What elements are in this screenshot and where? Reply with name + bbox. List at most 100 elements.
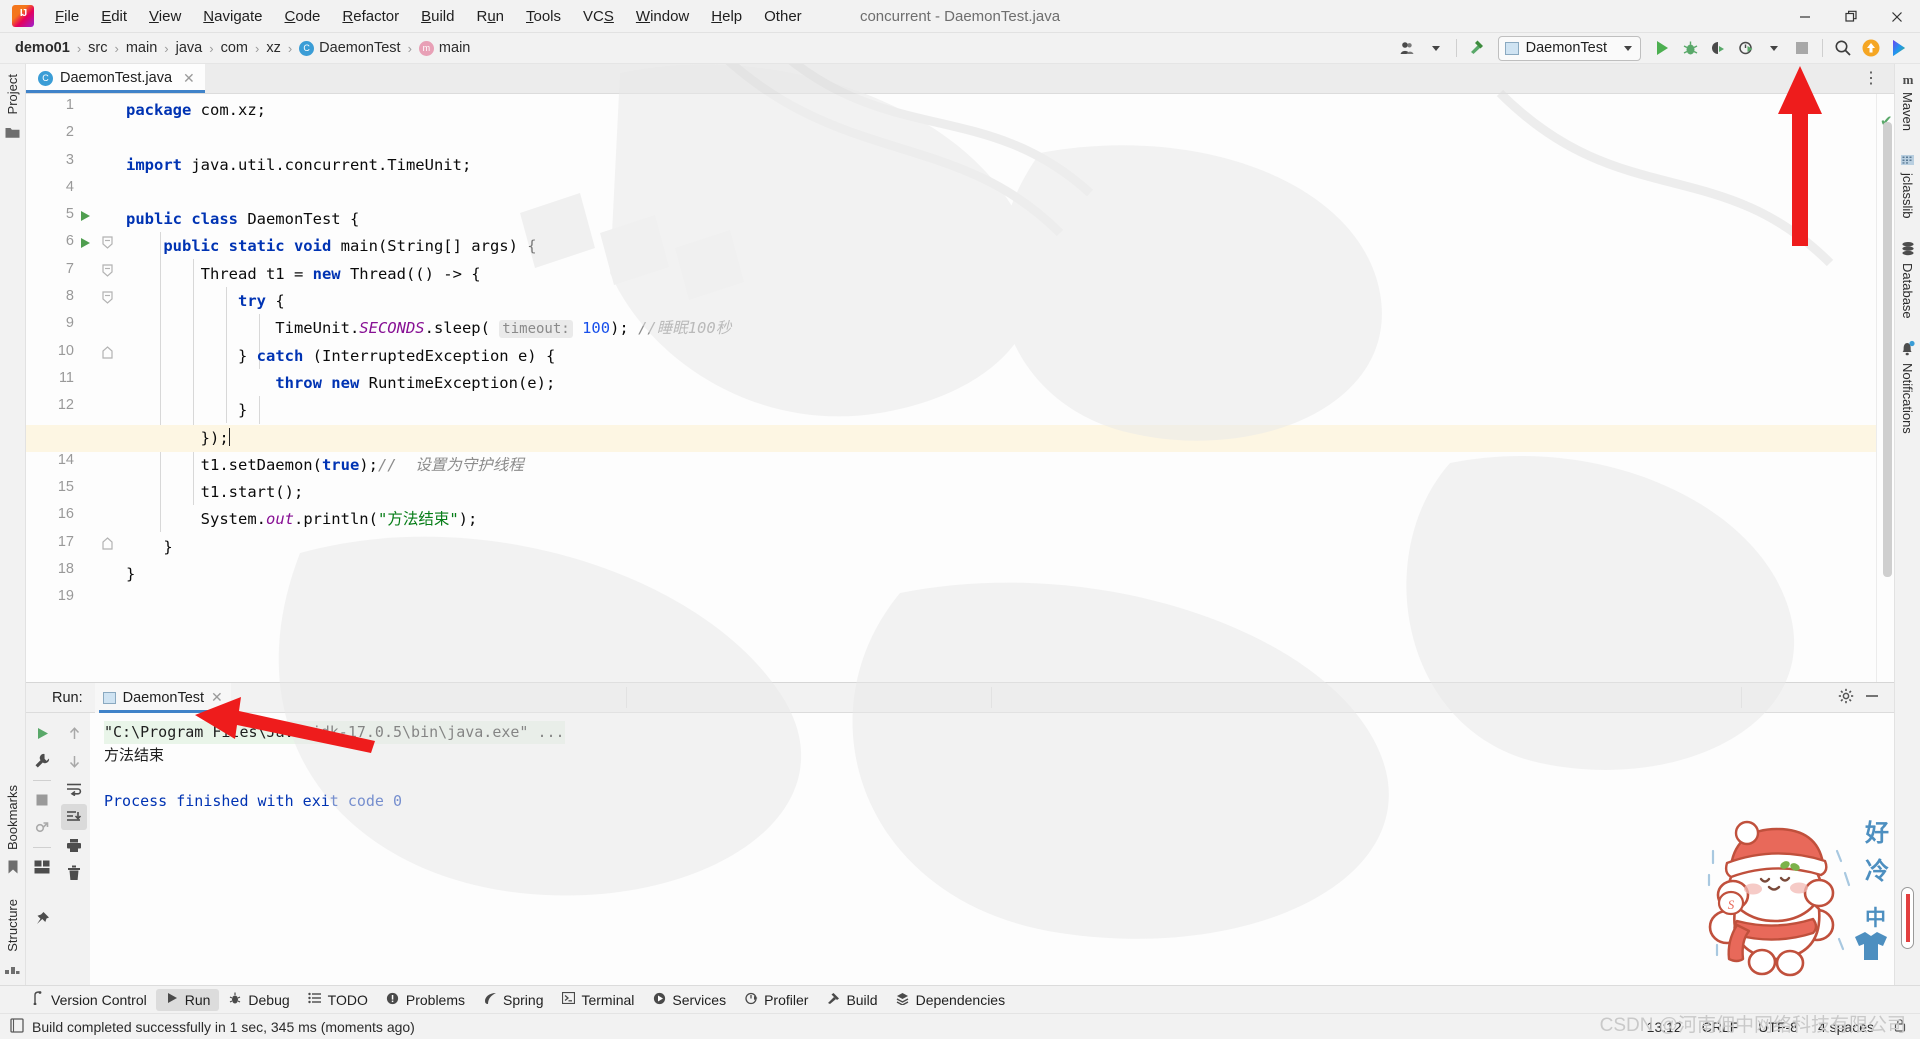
code-line[interactable]: Thread t1 = new Thread(() -> { — [126, 261, 1876, 288]
close-icon[interactable]: ✕ — [211, 689, 223, 706]
maven-m-icon[interactable]: m — [1900, 72, 1916, 86]
lock-icon[interactable] — [1894, 1018, 1906, 1035]
code-line[interactable]: } — [126, 534, 1876, 561]
editor-gutter[interactable]: 12345678910111213141516171819 — [26, 94, 126, 682]
code-line[interactable]: TimeUnit.SECONDS.sleep( timeout: 100); /… — [126, 315, 1876, 342]
run-tab-daemontest[interactable]: DaemonTest ✕ — [94, 682, 231, 713]
bottom-tab-dependencies[interactable]: Dependencies — [887, 989, 1015, 1011]
chevron-down-icon[interactable] — [1423, 36, 1449, 60]
file-encoding[interactable]: UTF-8 — [1758, 1019, 1798, 1035]
update-arrow-icon[interactable] — [1858, 36, 1884, 60]
sidebar-item-maven[interactable]: Maven — [1900, 86, 1915, 137]
bottom-tab-terminal[interactable]: Terminal — [552, 989, 643, 1011]
more-options-icon[interactable]: ⋮ — [1857, 68, 1886, 88]
gutter-row[interactable]: 10 — [26, 340, 126, 367]
bottom-tab-profiler[interactable]: Profiler — [735, 989, 817, 1011]
menu-navigate[interactable]: Navigate — [192, 4, 273, 29]
fold-end-icon[interactable] — [102, 536, 113, 550]
fold-marker-icon[interactable] — [102, 236, 113, 250]
menu-file[interactable]: File — [44, 4, 90, 29]
code-line[interactable]: t1.setDaemon(true);// 设置为守护线程 — [126, 452, 1876, 479]
breadcrumb-item-class[interactable]: C DaemonTest — [296, 39, 403, 57]
editor-marker-pane[interactable]: ✔ — [1876, 94, 1894, 682]
menu-refactor[interactable]: Refactor — [331, 4, 410, 29]
gutter-row[interactable]: 15 — [26, 476, 126, 503]
bottom-tab-todo[interactable]: TODO — [299, 989, 377, 1011]
gutter-row[interactable]: 12 — [26, 394, 126, 421]
run-with-coverage-button[interactable] — [1705, 36, 1731, 60]
gutter-row[interactable]: 7 — [26, 258, 126, 285]
sidebar-item-jclasslib[interactable]: jclasslib — [1900, 167, 1915, 225]
menu-tools[interactable]: Tools — [515, 4, 572, 29]
gutter-row[interactable]: 19 — [26, 585, 126, 612]
maximize-button[interactable] — [1828, 0, 1874, 33]
scroll-down-button[interactable] — [61, 748, 87, 774]
gutter-row[interactable]: 9 — [26, 312, 126, 339]
code-line[interactable]: public static void main(String[] args) { — [126, 233, 1876, 260]
bottom-tab-debug[interactable]: Debug — [219, 989, 298, 1011]
indent-setting[interactable]: 4 spaces — [1818, 1019, 1874, 1035]
jclasslib-icon[interactable] — [1900, 153, 1915, 167]
sidebar-item-structure[interactable]: Structure — [5, 893, 20, 958]
rerun-failed-tests-button[interactable] — [29, 815, 55, 841]
gutter-row[interactable]: 17 — [26, 531, 126, 558]
sidebar-item-bookmarks[interactable]: Bookmarks — [5, 779, 20, 856]
gutter-row[interactable]: 3 — [26, 149, 126, 176]
breadcrumb-item-com[interactable]: com — [218, 39, 251, 57]
gutter-row[interactable]: 11 — [26, 367, 126, 394]
code-line[interactable]: package com.xz; — [126, 97, 1876, 124]
run-configuration-selector[interactable]: DaemonTest — [1497, 35, 1641, 61]
bottom-tab-run[interactable]: Run — [155, 988, 220, 1011]
sidebar-item-database[interactable]: Database — [1900, 257, 1915, 325]
settings-wrench-button[interactable] — [29, 748, 55, 774]
code-line[interactable]: } catch (InterruptedException e) { — [126, 343, 1876, 370]
debug-button[interactable] — [1677, 36, 1703, 60]
menu-help[interactable]: Help — [700, 4, 753, 29]
line-separator[interactable]: CRLF — [1702, 1019, 1739, 1035]
code-line[interactable]: try { — [126, 288, 1876, 315]
bottom-tab-version-control[interactable]: Version Control — [22, 988, 156, 1011]
sidebar-item-project[interactable]: Project — [5, 68, 20, 120]
gutter-row[interactable]: 1 — [26, 94, 126, 121]
gutter-row[interactable]: 18 — [26, 558, 126, 585]
stop-button[interactable] — [1789, 36, 1815, 60]
gutter-row[interactable]: 5 — [26, 203, 126, 230]
run-gutter-icon[interactable] — [81, 211, 90, 222]
close-icon[interactable]: ✕ — [183, 70, 195, 87]
code-line[interactable] — [126, 124, 1876, 151]
code-line[interactable]: import java.util.concurrent.TimeUnit; — [126, 152, 1876, 179]
stop-button[interactable] — [29, 787, 55, 813]
menu-vcs[interactable]: VCS — [572, 4, 625, 29]
editor-tab-daemontest[interactable]: C DaemonTest.java ✕ — [26, 63, 205, 93]
breadcrumb-item-main[interactable]: main — [123, 39, 160, 57]
hammer-icon[interactable] — [1464, 36, 1490, 60]
run-button[interactable] — [1649, 36, 1675, 60]
fold-end-icon[interactable] — [102, 345, 113, 359]
pin-tab-button[interactable] — [29, 906, 55, 932]
bottom-tab-problems[interactable]: Problems — [377, 989, 474, 1011]
profiler-button[interactable] — [1733, 36, 1759, 60]
code-line[interactable] — [126, 179, 1876, 206]
gutter-row[interactable]: 14 — [26, 449, 126, 476]
breadcrumb-item-src[interactable]: src — [85, 39, 110, 57]
sidebar-item-notifications[interactable]: Notifications — [1900, 357, 1915, 440]
chevron-down-icon[interactable] — [1761, 36, 1787, 60]
code-line[interactable]: throw new RuntimeException(e); — [126, 370, 1876, 397]
menu-edit[interactable]: Edit — [90, 4, 138, 29]
ide-feature-icon[interactable] — [1886, 36, 1912, 60]
bottom-tab-services[interactable]: Services — [643, 989, 735, 1011]
project-folder-icon[interactable] — [5, 126, 20, 139]
structure-icon[interactable] — [5, 962, 20, 975]
bookmark-icon[interactable] — [7, 860, 19, 875]
menu-view[interactable]: View — [138, 4, 192, 29]
menu-code[interactable]: Code — [274, 4, 332, 29]
bottom-tab-build[interactable]: Build — [817, 989, 886, 1011]
layout-settings-button[interactable] — [29, 854, 55, 880]
database-icon[interactable] — [1900, 241, 1916, 257]
rerun-button[interactable] — [29, 720, 55, 746]
scroll-to-end-button[interactable] — [61, 804, 87, 830]
scroll-up-button[interactable] — [61, 720, 87, 746]
editor-scrollbar-thumb[interactable] — [1883, 122, 1892, 577]
code-line[interactable]: } — [126, 561, 1876, 588]
gear-icon[interactable] — [1838, 688, 1854, 708]
